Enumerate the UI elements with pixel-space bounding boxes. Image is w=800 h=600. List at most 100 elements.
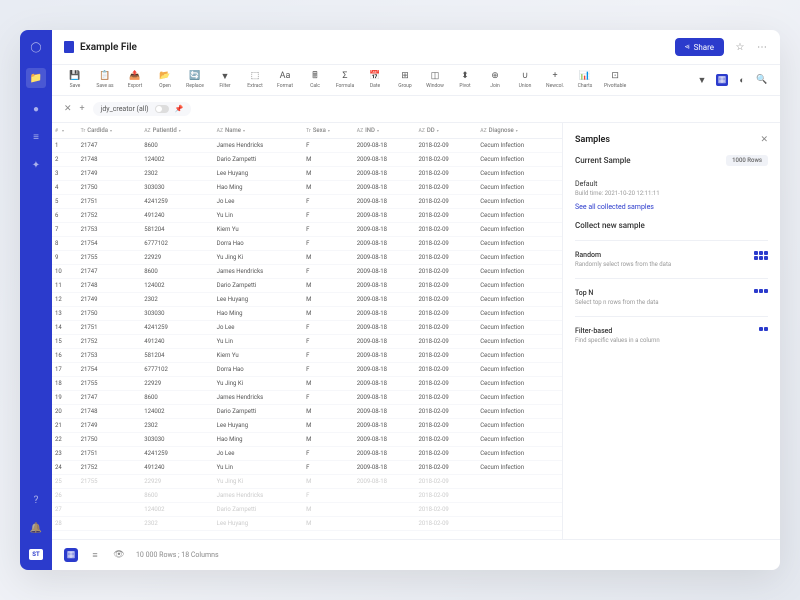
union-icon: ∪	[520, 71, 530, 81]
table-cell: 21	[52, 419, 78, 433]
table-cell	[477, 517, 562, 531]
filter-pin-icon[interactable]: 📌	[175, 105, 184, 113]
tool-pivot[interactable]: ⬍Pivot	[454, 71, 476, 89]
table-row[interactable]: 12217492302Lee HuyangM2009-08-182018-02-…	[52, 293, 562, 307]
pivot-icon: ⬍	[460, 71, 470, 81]
table-row[interactable]: 721753581204Kiem YuF2009-08-182018-02-09…	[52, 223, 562, 237]
open-icon: 📂	[160, 71, 170, 81]
more-icon[interactable]: ⋯	[756, 41, 768, 53]
tool-extract[interactable]: ⬚Extract	[244, 71, 266, 89]
view-table-icon[interactable]: ▦	[64, 548, 78, 562]
table-row[interactable]: 3217492302Lee HuyangM2009-08-182018-02-0…	[52, 167, 562, 181]
sample-option-filter-based[interactable]: Filter-basedFind specific values in a co…	[575, 316, 768, 354]
tool-calc[interactable]: 🖩Calc	[304, 71, 326, 89]
table-row[interactable]: 19217478600James HendricksF2009-08-18201…	[52, 391, 562, 405]
nav-item-icon[interactable]: ●	[29, 102, 43, 116]
table-row[interactable]: 1217478600James HendricksF2009-08-182018…	[52, 139, 562, 153]
table-row[interactable]: 2021748124002Dario ZampettiM2009-08-1820…	[52, 405, 562, 419]
table-cell: 2009-08-18	[354, 363, 416, 377]
table-row[interactable]: 23217514241259Jo LeeF2009-08-182018-02-0…	[52, 447, 562, 461]
table-row[interactable]: 268600James HendricksF2018-02-09	[52, 489, 562, 503]
table-row[interactable]: 1521752491240Yu LinF2009-08-182018-02-09…	[52, 335, 562, 349]
close-filter-icon[interactable]: ✕	[64, 104, 72, 114]
column-header[interactable]: AZIND▾	[354, 123, 416, 139]
tool-pivottable[interactable]: ⊡Pivottable	[604, 71, 626, 89]
table-row[interactable]: 252175522929Yu Jing KiM2009-08-182018-02…	[52, 475, 562, 489]
tool-group[interactable]: ⊞Group	[394, 71, 416, 89]
column-header[interactable]: TrCardida▾	[78, 123, 142, 139]
table-row[interactable]: 10217478600James HendricksF2009-08-18201…	[52, 265, 562, 279]
table-cell: 2009-08-18	[354, 251, 416, 265]
table-row[interactable]: 2421752491240Yu LinF2009-08-182018-02-09…	[52, 461, 562, 475]
bell-icon[interactable]: 🔔	[29, 521, 43, 535]
nav-item-icon[interactable]: ≡	[29, 130, 43, 144]
table-cell: 21748	[78, 405, 142, 419]
add-filter-icon[interactable]: +	[80, 104, 85, 114]
table-row[interactable]: 621752491240Yu LinF2009-08-182018-02-09C…	[52, 209, 562, 223]
table-row[interactable]: 92175522929Yu Jing KiM2009-08-182018-02-…	[52, 251, 562, 265]
tool-join[interactable]: ⊕Join	[484, 71, 506, 89]
visibility-icon[interactable]: 👁	[112, 548, 126, 562]
table-row[interactable]: 2221750303030Hao MingM2009-08-182018-02-…	[52, 433, 562, 447]
search-icon[interactable]: 🔍	[756, 74, 768, 86]
tool-union[interactable]: ∪Union	[514, 71, 536, 89]
user-badge[interactable]: ST	[29, 549, 42, 560]
panel-close-icon[interactable]: ✕	[760, 135, 768, 145]
tool-charts[interactable]: 📊Charts	[574, 71, 596, 89]
column-header[interactable]: AZName▾	[214, 123, 303, 139]
table-row[interactable]: 1621753581204Kiem YuF2009-08-182018-02-0…	[52, 349, 562, 363]
contrast-icon[interactable]: ◐	[736, 74, 748, 86]
table-cell: 21752	[78, 335, 142, 349]
see-all-link[interactable]: See all collected samples	[575, 203, 768, 211]
column-header[interactable]: AZDiagnose▾	[477, 123, 562, 139]
tool-date[interactable]: 📅Date	[364, 71, 386, 89]
table-row[interactable]: 221748124002Dario ZampettiM2009-08-18201…	[52, 153, 562, 167]
view-list-icon[interactable]: ≡	[88, 548, 102, 562]
column-header[interactable]: AZPatientId▾	[141, 123, 213, 139]
column-header[interactable]: AZDD▾	[416, 123, 478, 139]
logo-icon[interactable]: ◯	[29, 40, 43, 54]
table-cell: 2018-02-09	[416, 139, 478, 153]
sample-option-top-n[interactable]: Top NSelect top n rows from the data	[575, 278, 768, 316]
share-button[interactable]: ⪡Share	[675, 38, 724, 56]
tool-save[interactable]: 💾Save	[64, 71, 86, 89]
table-row[interactable]: 8217546777102Dorra HaoF2009-08-182018-02…	[52, 237, 562, 251]
tool-newcol-[interactable]: +Newcol.	[544, 71, 566, 89]
table-row[interactable]: 21217492302Lee HuyangM2009-08-182018-02-…	[52, 419, 562, 433]
tool-open[interactable]: 📂Open	[154, 71, 176, 89]
table-row[interactable]: 27124002Dario ZampettiM2018-02-09	[52, 503, 562, 517]
help-icon[interactable]: ?	[29, 493, 43, 507]
table-row[interactable]: 1121748124002Dario ZampettiM2009-08-1820…	[52, 279, 562, 293]
sample-option-random[interactable]: RandomRandomly select rows from the data	[575, 240, 768, 278]
tool-filter[interactable]: ▼Filter	[214, 71, 236, 89]
table-cell: 2009-08-18	[354, 279, 416, 293]
table-row[interactable]: 5217514241259Jo LeeF2009-08-182018-02-09…	[52, 195, 562, 209]
filter-icon[interactable]: ▼	[696, 74, 708, 86]
table-row[interactable]: 1321750303030Hao MingM2009-08-182018-02-…	[52, 307, 562, 321]
table-cell: James Hendricks	[214, 139, 303, 153]
tool-format[interactable]: AaFormat	[274, 71, 296, 89]
column-header[interactable]: #▾	[52, 123, 78, 139]
table-cell: 21751	[78, 195, 142, 209]
view-grid-icon[interactable]: ▦	[716, 74, 728, 86]
nav-item-icon[interactable]: ✦	[29, 158, 43, 172]
filter-toggle[interactable]	[155, 105, 169, 113]
table-cell: 24	[52, 461, 78, 475]
tool-window[interactable]: ◫Window	[424, 71, 446, 89]
table-cell: 124002	[141, 405, 213, 419]
table-row[interactable]: 421750303030Hao MingM2009-08-182018-02-0…	[52, 181, 562, 195]
filter-chip[interactable]: jdy_creator (all) 📌	[93, 102, 192, 116]
table-row[interactable]: 182175522929Yu Jing KiM2009-08-182018-02…	[52, 377, 562, 391]
star-icon[interactable]: ☆	[734, 41, 746, 53]
table-row[interactable]: 17217546777102Dorra HaoF2009-08-182018-0…	[52, 363, 562, 377]
tool-formula[interactable]: ΣFormula	[334, 71, 356, 89]
column-header[interactable]: TrSexa▾	[303, 123, 354, 139]
files-icon[interactable]: 📁	[26, 68, 46, 88]
table-cell: 124002	[141, 279, 213, 293]
tool-export[interactable]: 📤Export	[124, 71, 146, 89]
table-row[interactable]: 14217514241259Jo LeeF2009-08-182018-02-0…	[52, 321, 562, 335]
tool-save-as[interactable]: 📋Save as	[94, 71, 116, 89]
table-cell: Dorra Hao	[214, 237, 303, 251]
table-row[interactable]: 282302Lee HuyangM2018-02-09	[52, 517, 562, 531]
tool-replace[interactable]: 🔄Replace	[184, 71, 206, 89]
